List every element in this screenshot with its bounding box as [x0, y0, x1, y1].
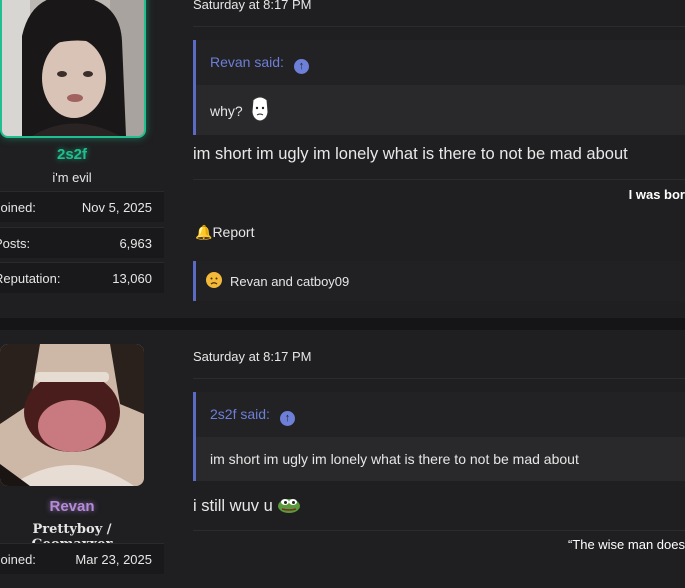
username[interactable]: 2s2f [0, 146, 144, 163]
quote-block: 2s2f said: ↑ im short im ugly im lonely … [193, 392, 685, 481]
stat-joined: Joined: Mar 23, 2025 [0, 543, 164, 574]
quote-author[interactable]: Revan said: ↑ [210, 54, 309, 74]
stat-value: 13,060 [112, 271, 152, 286]
report-label: Report [212, 224, 255, 240]
post-date[interactable]: Saturday at 8:17 PM [193, 349, 312, 364]
stat-label: Joined: [0, 200, 36, 215]
sad-face-icon [206, 272, 222, 288]
arrow-up-icon[interactable]: ↑ [279, 411, 295, 426]
post-message: i still wuv u [193, 496, 301, 516]
post-2-content: Saturday at 8:17 PM 2s2f said: ↑ im shor… [178, 330, 685, 588]
stat-joined: Joined: Nov 5, 2025 [0, 191, 164, 222]
stat-label: Posts: [0, 236, 31, 251]
quote-text: why? [210, 103, 243, 119]
divider [193, 179, 685, 180]
stat-value: Mar 23, 2025 [75, 552, 152, 567]
post-1-content: Saturday at 8:17 PM Revan said: ↑ why? i… [178, 0, 685, 318]
stat-label: Joined: [0, 552, 36, 567]
reactions-text: Revan and catboy09 [230, 274, 350, 289]
post-2: Revan Prettyboy / Geomaxxer Joined: Mar … [0, 330, 685, 588]
quote-body: im short im ugly im lonely what is there… [196, 437, 685, 481]
pepe-emoji-icon [278, 499, 301, 513]
post-separator [0, 318, 685, 330]
stat-value: 6,963 [119, 236, 152, 251]
quote-body: why? [196, 85, 685, 135]
quote-text: im short im ugly im lonely what is there… [210, 451, 579, 467]
bell-icon: 🔔 [195, 224, 213, 240]
stat-reputation: Reputation: 13,060 [0, 262, 164, 293]
quote-author-label: Revan said: [210, 54, 284, 70]
arrow-up-icon[interactable]: ↑ [293, 59, 309, 74]
divider [193, 378, 685, 379]
divider [193, 530, 685, 531]
quote-block: Revan said: ↑ why? [193, 40, 685, 135]
signature: I was bor [628, 187, 685, 202]
stat-value: Nov 5, 2025 [81, 200, 152, 215]
username[interactable]: Revan [0, 498, 144, 515]
post-date[interactable]: Saturday at 8:17 PM [193, 0, 312, 12]
post-message: im short im ugly im lonely what is there… [193, 145, 628, 163]
quote-author[interactable]: 2s2f said: ↑ [210, 406, 295, 426]
quote-author-label: 2s2f said: [210, 406, 270, 422]
post-message-text: i still wuv u [193, 497, 273, 515]
signature: “The wise man does [567, 537, 685, 552]
stat-label: Reputation: [0, 271, 61, 286]
quote-text-value: why? [210, 103, 243, 119]
post-1: 2s2f i'm evil Joined: Nov 5, 2025 Posts:… [0, 0, 685, 318]
post-2-user-sidebar: Revan Prettyboy / Geomaxxer Joined: Mar … [0, 330, 178, 588]
user-title: i'm evil [52, 170, 92, 185]
stat-posts: Posts: 6,963 [0, 227, 164, 258]
post-1-user-sidebar: 2s2f i'm evil Joined: Nov 5, 2025 Posts:… [0, 0, 178, 318]
wojak-emoji-icon [251, 96, 269, 122]
report-link[interactable]: 🔔Report [195, 224, 254, 241]
reactions-bar[interactable]: Revan and catboy09 [193, 261, 685, 301]
user-avatar[interactable] [0, 0, 146, 138]
user-avatar[interactable] [0, 344, 144, 486]
divider [193, 26, 685, 27]
